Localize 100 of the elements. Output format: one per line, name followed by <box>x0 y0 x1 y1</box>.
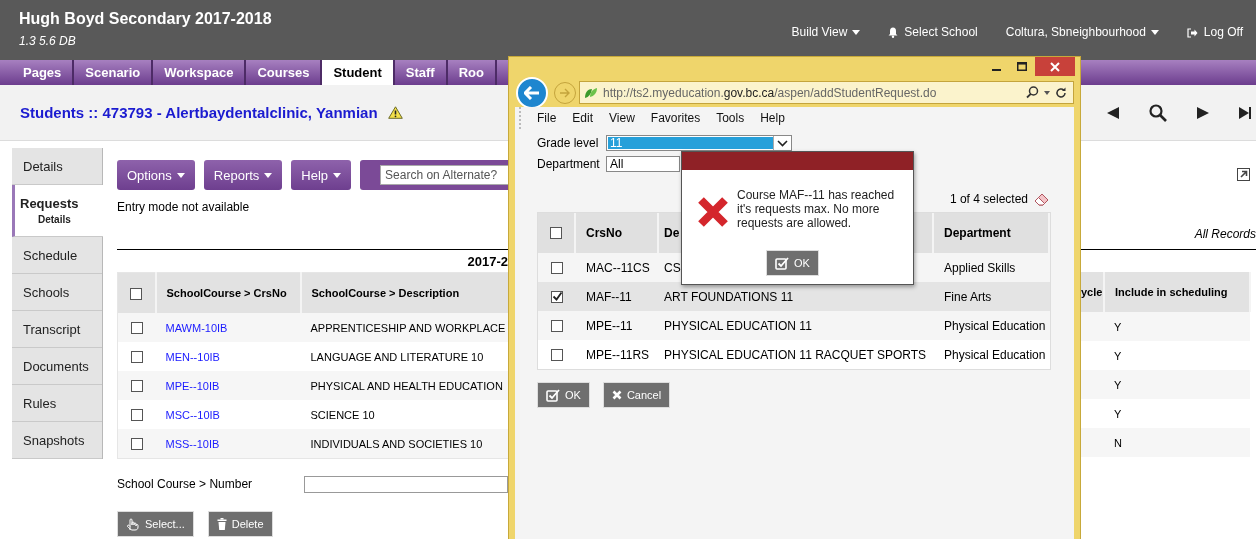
course-link[interactable]: MEN--10IB <box>165 350 220 363</box>
caret-icon <box>333 172 342 178</box>
menu-button[interactable]: Reports <box>203 160 283 190</box>
menu-item[interactable]: File <box>537 111 557 125</box>
checkbox[interactable] <box>551 290 563 303</box>
table-cell: PHYSICAL AND HEALTH EDUCATION <box>300 371 508 400</box>
close-icon <box>1050 61 1060 72</box>
checkbox[interactable] <box>130 322 143 335</box>
next-icon[interactable] <box>1196 105 1210 120</box>
side-nav-tab[interactable]: Rules <box>12 385 102 422</box>
checkbox[interactable] <box>130 351 143 364</box>
forward-arrow-icon <box>559 87 571 98</box>
back-arrow-icon <box>524 85 540 100</box>
course-link[interactable]: MPE--10IB <box>165 379 220 392</box>
cancel-button[interactable]: Cancel <box>602 382 671 408</box>
warning-icon <box>387 106 403 119</box>
table-cell: PHYSICAL EDUCATION 11 <box>664 318 812 333</box>
course-link[interactable]: MSC--10IB <box>165 408 220 421</box>
field-label: Department <box>537 157 601 171</box>
checkbox[interactable] <box>551 348 563 361</box>
maximize-icon <box>1017 62 1027 71</box>
check-square-icon <box>546 388 560 402</box>
table-cell: INDIVIDUALS AND SOCIETIES 10 <box>300 429 508 459</box>
menu-item[interactable]: Favorites <box>650 111 701 125</box>
close-icon <box>611 390 622 400</box>
column-header: CrsNo <box>586 226 622 240</box>
side-nav-tab[interactable]: Transcript <box>12 311 102 348</box>
side-nav-tab[interactable]: Schools <box>12 274 102 311</box>
side-nav-tab[interactable]: Requests Details <box>12 185 103 237</box>
table-cell: N <box>1104 428 1250 457</box>
table-cell: LANGUAGE AND LITERATURE 10 <box>300 342 508 371</box>
caret-icon <box>176 172 185 178</box>
caret-icon <box>1150 30 1159 35</box>
table-cell: Physical Education <box>944 318 1046 333</box>
menu-button[interactable]: Help <box>291 160 352 190</box>
leaf-icon <box>584 86 598 99</box>
table-cell: Physical Education <box>944 347 1046 362</box>
menu-item[interactable]: View <box>609 111 635 125</box>
url-text: http://ts2.myeducation.gov.bc.ca/aspen/addStudentRequest.do <box>603 85 938 100</box>
header-menu-item[interactable]: Log Off <box>1186 25 1243 40</box>
course-link[interactable]: MSS--10IB <box>165 437 220 450</box>
checkbox[interactable] <box>130 438 143 451</box>
last-record-icon[interactable] <box>1239 105 1251 120</box>
logout-icon <box>1186 27 1198 38</box>
table-cell: Y <box>1104 370 1250 399</box>
search-icon <box>1026 86 1039 99</box>
back-button[interactable] <box>516 76 548 109</box>
trash-icon <box>216 518 227 530</box>
caret-icon <box>1044 90 1050 95</box>
checkbox[interactable] <box>130 380 143 393</box>
header-menu-item[interactable]: Select School <box>888 25 978 40</box>
menu-item[interactable]: Edit <box>572 111 594 125</box>
ok-button[interactable]: OK <box>537 382 590 408</box>
header-menu-item[interactable]: Build View <box>791 25 861 40</box>
action-button[interactable]: Select... <box>117 511 194 537</box>
field-label: Grade level <box>537 136 600 150</box>
close-button[interactable] <box>1035 57 1075 76</box>
address-bar[interactable]: http://ts2.myeducation.gov.bc.ca/aspen/addStudentRequest.do <box>579 81 1074 104</box>
column-header: SchoolCourse > CrsNo <box>155 272 301 313</box>
column-header: ycle <box>1081 272 1104 312</box>
previous-icon[interactable] <box>1106 105 1120 120</box>
column-header: SchoolCourse > Description <box>300 272 508 313</box>
column-header: De <box>664 226 680 240</box>
check-square-icon <box>775 256 790 270</box>
side-nav-tab[interactable]: Snapshots <box>12 422 102 459</box>
header-menu-item[interactable]: Coltura, Sbneighbourhood <box>1005 25 1159 40</box>
side-nav-tab[interactable]: Schedule <box>12 237 102 274</box>
search-field[interactable]: Search on Alternate? <box>380 165 508 185</box>
refresh-icon <box>1055 86 1067 99</box>
minimize-icon <box>991 68 1001 71</box>
checkbox[interactable] <box>551 319 563 332</box>
side-nav-tab[interactable]: Documents <box>12 348 102 385</box>
chevron-down-icon <box>777 139 788 147</box>
popout-icon[interactable] <box>1237 168 1250 181</box>
action-button[interactable]: Delete <box>207 511 273 537</box>
caret-icon <box>264 172 273 178</box>
menu-item[interactable]: Help <box>760 111 785 125</box>
table-cell: Fine Arts <box>944 289 992 304</box>
checkbox[interactable] <box>130 287 143 300</box>
nav-tab[interactable]: Student <box>322 60 395 85</box>
checkbox[interactable] <box>130 409 143 422</box>
table-cell: PHYSICAL EDUCATION 11 RACQUET SPORTS <box>664 347 927 362</box>
column-header: Department <box>944 226 1011 240</box>
side-nav-tab[interactable]: Details <box>12 148 102 185</box>
menu-item[interactable]: Tools <box>716 111 745 125</box>
alert-message: Course MAF--11 has reached it's requests max. No more requests are allowed. <box>737 188 896 230</box>
course-link[interactable]: MAWM-10IB <box>165 321 228 334</box>
search-icon[interactable] <box>1149 103 1167 122</box>
checkbox[interactable] <box>550 227 562 239</box>
table-cell: Y <box>1104 399 1250 428</box>
menu-button[interactable]: Options <box>117 160 195 190</box>
year-heading: 2017-2 <box>466 253 508 271</box>
eraser-icon[interactable] <box>1034 192 1051 206</box>
ok-button[interactable]: OK <box>766 250 819 276</box>
table-cell: MAF--11 <box>586 289 632 304</box>
table-cell: MPE--11RS <box>586 347 650 362</box>
table-cell: CS <box>664 260 681 275</box>
input-field[interactable] <box>304 475 508 493</box>
checkbox[interactable] <box>551 261 563 274</box>
department-select[interactable]: All <box>606 156 680 172</box>
